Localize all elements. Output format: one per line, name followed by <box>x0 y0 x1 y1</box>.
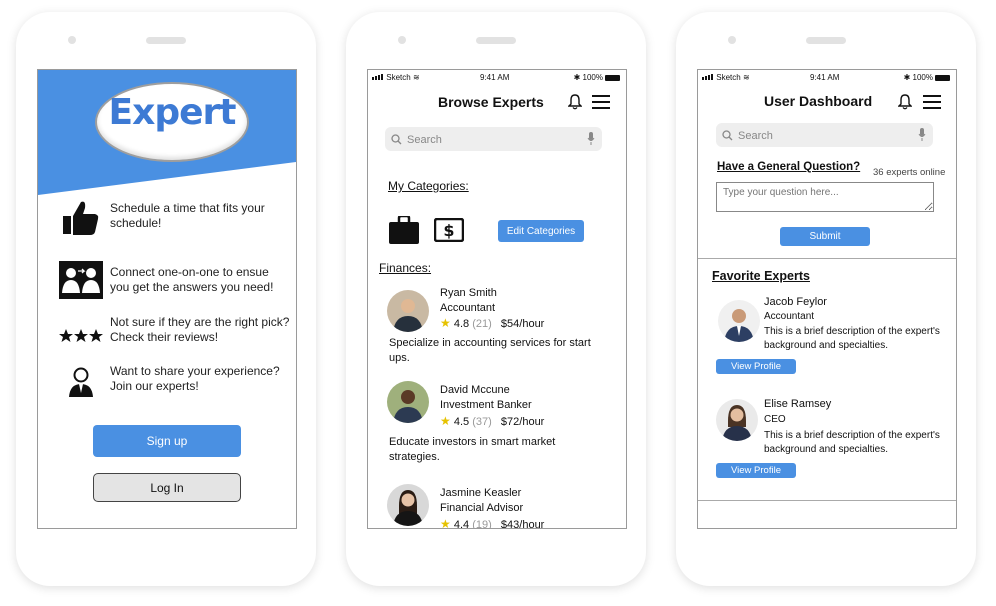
feature-text-reviews: Not sure if they are the right pick? Che… <box>110 315 290 344</box>
expert-role: Investment Banker <box>440 399 532 411</box>
camera-dot <box>728 36 736 44</box>
avatar[interactable] <box>387 484 429 526</box>
favorites-heading: Favorite Experts <box>712 269 810 283</box>
category-heading-finances: Finances: <box>379 261 432 275</box>
avatar[interactable] <box>718 300 760 342</box>
feature-text-connect: Connect one-on-one to ensue you get the … <box>110 265 274 294</box>
star-icon: ★ <box>440 414 451 428</box>
speaker-slot <box>806 37 846 44</box>
phone-landing: Expert Schedule a time that fits your sc… <box>16 12 316 586</box>
favorite-name[interactable]: Elise Ramsey <box>764 397 831 412</box>
wifi-icon: ≋ <box>742 73 750 82</box>
phone-browse: Sketch ≋ 9:41 AM ✱ 100% Browse Experts M… <box>346 12 646 586</box>
bell-icon[interactable] <box>897 94 913 115</box>
favorite-description: This is a brief description of the exper… <box>764 430 940 455</box>
briefcase-icon[interactable] <box>389 214 419 249</box>
view-profile-button[interactable]: View Profile <box>716 359 796 374</box>
battery-icon <box>605 74 620 81</box>
expert-description: Specialize in accounting services for st… <box>389 337 591 364</box>
star-icon: ★ <box>440 517 451 529</box>
submit-button[interactable]: Submit <box>780 227 870 246</box>
dollar-icon[interactable]: $ <box>433 217 465 247</box>
battery-status: ✱ 100% <box>904 73 950 82</box>
sign-up-button[interactable]: Sign up <box>93 425 241 457</box>
search-input[interactable] <box>736 123 910 149</box>
feature-text-schedule: Schedule a time that fits your schedule! <box>110 201 265 230</box>
speaker-slot <box>146 37 186 44</box>
avatar[interactable] <box>387 381 429 423</box>
favorite-name[interactable]: Jacob Feylor <box>764 295 827 310</box>
expert-name[interactable]: David Mccune <box>440 383 510 398</box>
page-title: User Dashboard <box>764 93 873 109</box>
microphone-icon[interactable] <box>587 132 595 150</box>
search-bar <box>716 123 933 149</box>
feature-text-join: Want to share your experience? Join our … <box>110 364 280 393</box>
expert-role: Accountant <box>440 302 496 314</box>
status-time: 9:41 AM <box>810 73 840 82</box>
people-connect-icon <box>59 260 103 300</box>
app-logo: Expert <box>108 92 237 133</box>
star-icon: ★ <box>440 316 451 330</box>
log-in-button[interactable]: Log In <box>93 473 241 502</box>
status-bar: Sketch ≋ 9:41 AM ✱ 100% <box>698 70 956 86</box>
wifi-icon: ≋ <box>412 73 420 82</box>
edit-categories-button[interactable]: Edit Categories <box>498 220 584 242</box>
carrier: Sketch ≋ <box>702 73 750 82</box>
expert-description: Educate investors in smart market strate… <box>389 436 556 463</box>
search-bar <box>385 127 602 153</box>
expert-rating-row: ★ 4.4 (19) $43/hour <box>440 517 545 529</box>
page-title: Browse Experts <box>438 94 544 110</box>
expert-role: Financial Advisor <box>440 502 524 514</box>
dashboard-screen: Sketch ≋ 9:41 AM ✱ 100% User Dashboard H… <box>697 69 957 529</box>
section-divider <box>698 500 956 501</box>
expert-rating-row: ★ 4.5 (37) $72/hour <box>440 414 545 428</box>
favorite-description: This is a brief description of the exper… <box>764 326 940 351</box>
thumbs-up-icon <box>59 198 103 238</box>
camera-dot <box>68 36 76 44</box>
phone-dashboard: Sketch ≋ 9:41 AM ✱ 100% User Dashboard H… <box>676 12 976 586</box>
expert-name[interactable]: Ryan Smith <box>440 286 497 301</box>
bell-icon[interactable] <box>567 94 583 115</box>
expert-name[interactable]: Jasmine Keasler <box>440 486 521 501</box>
section-divider <box>698 258 956 259</box>
signal-icon <box>372 73 384 82</box>
expert-rating-row: ★ 4.8 (21) $54/hour <box>440 316 545 330</box>
carrier: Sketch ≋ <box>372 73 420 82</box>
camera-dot <box>398 36 406 44</box>
landing-screen: Expert Schedule a time that fits your sc… <box>37 69 297 529</box>
question-heading: Have a General Question? <box>717 161 861 173</box>
status-bar: Sketch ≋ 9:41 AM ✱ 100% <box>368 70 626 86</box>
battery-status: ✱ 100% <box>574 73 620 82</box>
search-input[interactable] <box>405 127 579 153</box>
browse-screen: Sketch ≋ 9:41 AM ✱ 100% Browse Experts M… <box>367 69 627 529</box>
avatar[interactable] <box>387 290 429 332</box>
menu-icon[interactable] <box>923 95 941 114</box>
speaker-slot <box>476 37 516 44</box>
person-icon <box>59 362 103 402</box>
online-count: 36 experts online <box>873 167 946 178</box>
view-profile-button[interactable]: View Profile <box>716 463 796 478</box>
my-categories-link[interactable]: My Categories: <box>388 179 469 193</box>
favorite-role: CEO <box>764 414 786 425</box>
avatar[interactable] <box>716 399 758 441</box>
status-time: 9:41 AM <box>480 73 510 82</box>
battery-icon <box>935 74 950 81</box>
favorite-role: Accountant <box>764 311 815 322</box>
svg-text:$: $ <box>443 221 454 240</box>
question-input[interactable] <box>716 182 934 212</box>
search-icon <box>391 132 402 150</box>
signal-icon <box>702 73 714 82</box>
microphone-icon[interactable] <box>918 128 926 146</box>
search-icon <box>722 128 733 146</box>
three-stars-icon <box>59 316 103 356</box>
menu-icon[interactable] <box>592 95 610 114</box>
